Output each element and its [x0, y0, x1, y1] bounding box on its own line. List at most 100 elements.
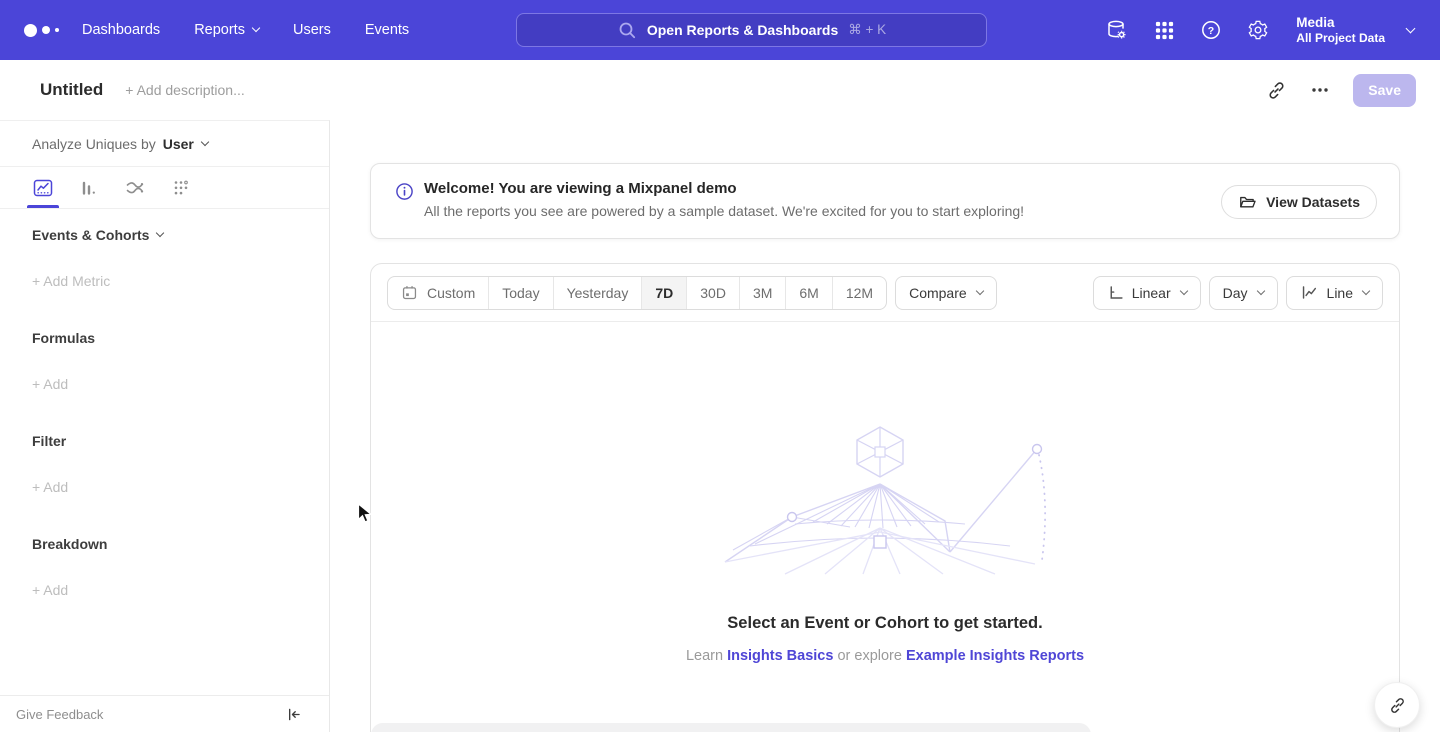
add-breakdown-button[interactable]: + Add — [32, 580, 329, 600]
tab-bar-chart[interactable] — [66, 167, 112, 208]
linear-axes-icon — [1107, 284, 1124, 301]
tab-retention-grid[interactable] — [158, 167, 204, 208]
line-chart-icon — [1300, 284, 1319, 301]
range-30d[interactable]: 30D — [686, 277, 739, 309]
add-metric-button[interactable]: + Add Metric — [32, 271, 329, 291]
compare-dropdown[interactable]: Compare — [895, 276, 997, 310]
chevron-down-icon — [201, 137, 209, 145]
search-placeholder: Open Reports & Dashboards — [647, 22, 838, 38]
chart-type-label: Line — [1327, 285, 1353, 301]
add-formula-button[interactable]: + Add — [32, 374, 329, 394]
collapse-sidebar-icon[interactable] — [285, 706, 302, 723]
range-3m-label: 3M — [753, 285, 772, 301]
section-formulas: Formulas + Add — [32, 328, 329, 394]
interval-label: Day — [1223, 285, 1248, 301]
sidebar-footer: Give Feedback — [0, 695, 329, 732]
events-cohorts-title: Events & Cohorts — [32, 227, 149, 243]
nav-dashboards[interactable]: Dashboards — [82, 22, 160, 38]
chart-type-tabs — [0, 167, 329, 209]
range-yesterday-label: Yesterday — [567, 285, 629, 301]
copy-link-icon[interactable] — [1266, 80, 1287, 101]
chevron-down-icon — [252, 24, 260, 32]
chevron-down-icon — [975, 286, 983, 294]
nav-reports[interactable]: Reports — [194, 22, 259, 38]
settings-gear-icon[interactable] — [1247, 19, 1269, 41]
analyze-by-dropdown[interactable]: User — [163, 136, 208, 152]
link-icon — [1388, 696, 1407, 715]
add-formula-label: + Add — [32, 376, 68, 392]
apps-grid-icon[interactable] — [1154, 20, 1175, 41]
range-custom-label: Custom — [427, 285, 475, 301]
empty-state-title: Select an Event or Cohort to get started… — [371, 614, 1399, 633]
dot-grid-tab-icon — [170, 177, 192, 199]
range-yesterday[interactable]: Yesterday — [553, 277, 642, 309]
range-12m[interactable]: 12M — [832, 277, 886, 309]
view-datasets-button[interactable]: View Datasets — [1221, 185, 1377, 219]
folder-icon — [1238, 193, 1257, 212]
report-description-field[interactable]: + Add description... — [125, 82, 244, 98]
save-button[interactable]: Save — [1353, 74, 1416, 107]
range-today-label: Today — [502, 285, 539, 301]
mixpanel-logo-icon[interactable] — [24, 24, 64, 37]
svg-text:?: ? — [1208, 25, 1214, 37]
chevron-down-icon — [1179, 286, 1187, 294]
give-feedback-link[interactable]: Give Feedback — [16, 707, 103, 722]
tab-distribution[interactable] — [112, 167, 158, 208]
scale-dropdown[interactable]: Linear — [1093, 276, 1201, 310]
events-cohorts-header[interactable]: Events & Cohorts — [32, 225, 329, 245]
share-link-fab[interactable] — [1374, 682, 1420, 728]
hint-prefix: Learn — [686, 648, 723, 664]
range-today[interactable]: Today — [488, 277, 552, 309]
mixpanel-insights-page: Dashboards Reports Users Events Open Rep… — [0, 0, 1440, 732]
data-governance-icon[interactable] — [1105, 18, 1129, 42]
range-6m-label: 6M — [799, 285, 818, 301]
interval-dropdown[interactable]: Day — [1209, 276, 1278, 310]
range-12m-label: 12M — [846, 285, 873, 301]
section-breakdown: Breakdown + Add — [32, 534, 329, 600]
insights-basics-link[interactable]: Insights Basics — [727, 648, 833, 664]
add-filter-button[interactable]: + Add — [32, 477, 329, 497]
range-6m[interactable]: 6M — [785, 277, 831, 309]
global-search-input[interactable]: Open Reports & Dashboards ⌘ + K — [516, 13, 987, 47]
distribution-tab-icon — [124, 177, 146, 199]
info-icon — [395, 182, 414, 238]
empty-state: Select an Event or Cohort to get started… — [371, 424, 1399, 664]
nav-events[interactable]: Events — [365, 22, 409, 38]
section-filter: Filter + Add — [32, 431, 329, 497]
project-switcher[interactable]: Media All Project Data — [1296, 15, 1414, 46]
empty-state-hint: Learn Insights Basics or explore Example… — [371, 648, 1399, 664]
nav-reports-label: Reports — [194, 22, 245, 38]
chevron-down-icon — [156, 229, 164, 237]
chevron-down-icon — [1256, 286, 1264, 294]
formulas-title: Formulas — [32, 330, 95, 346]
range-7d-label: 7D — [655, 285, 673, 301]
help-icon[interactable]: ? — [1200, 19, 1222, 41]
nav-users-label: Users — [293, 22, 331, 38]
empty-state-illustration — [695, 424, 1075, 576]
hint-middle: or explore — [837, 648, 901, 664]
range-custom[interactable]: Custom — [388, 277, 488, 309]
top-nav: Dashboards Reports Users Events Open Rep… — [0, 0, 1440, 60]
tab-insights-line[interactable] — [20, 167, 66, 208]
range-7d[interactable]: 7D — [641, 277, 686, 309]
chart-type-dropdown[interactable]: Line — [1286, 276, 1383, 310]
range-3m[interactable]: 3M — [739, 277, 785, 309]
analyze-label: Analyze Uniques by — [32, 136, 156, 152]
welcome-banner: Welcome! You are viewing a Mixpanel demo… — [370, 163, 1400, 239]
range-30d-label: 30D — [700, 285, 726, 301]
nav-dashboards-label: Dashboards — [82, 22, 160, 38]
project-name: Media — [1296, 15, 1385, 31]
search-shortcut: ⌘ + K — [848, 22, 886, 38]
view-datasets-label: View Datasets — [1266, 194, 1360, 210]
date-range-control: Custom Today Yesterday 7D 30D 3M 6M 12M — [387, 276, 887, 310]
example-reports-link[interactable]: Example Insights Reports — [906, 648, 1084, 664]
nav-users[interactable]: Users — [293, 22, 331, 38]
insights-chart-card: Custom Today Yesterday 7D 30D 3M 6M 12M … — [370, 263, 1400, 732]
breakdown-table-peek — [371, 723, 1091, 732]
search-icon — [617, 20, 637, 40]
calendar-icon — [401, 284, 418, 301]
add-filter-label: + Add — [32, 479, 68, 495]
chevron-down-icon — [1406, 23, 1416, 33]
report-title[interactable]: Untitled — [40, 80, 103, 100]
more-options-icon[interactable] — [1311, 87, 1329, 93]
